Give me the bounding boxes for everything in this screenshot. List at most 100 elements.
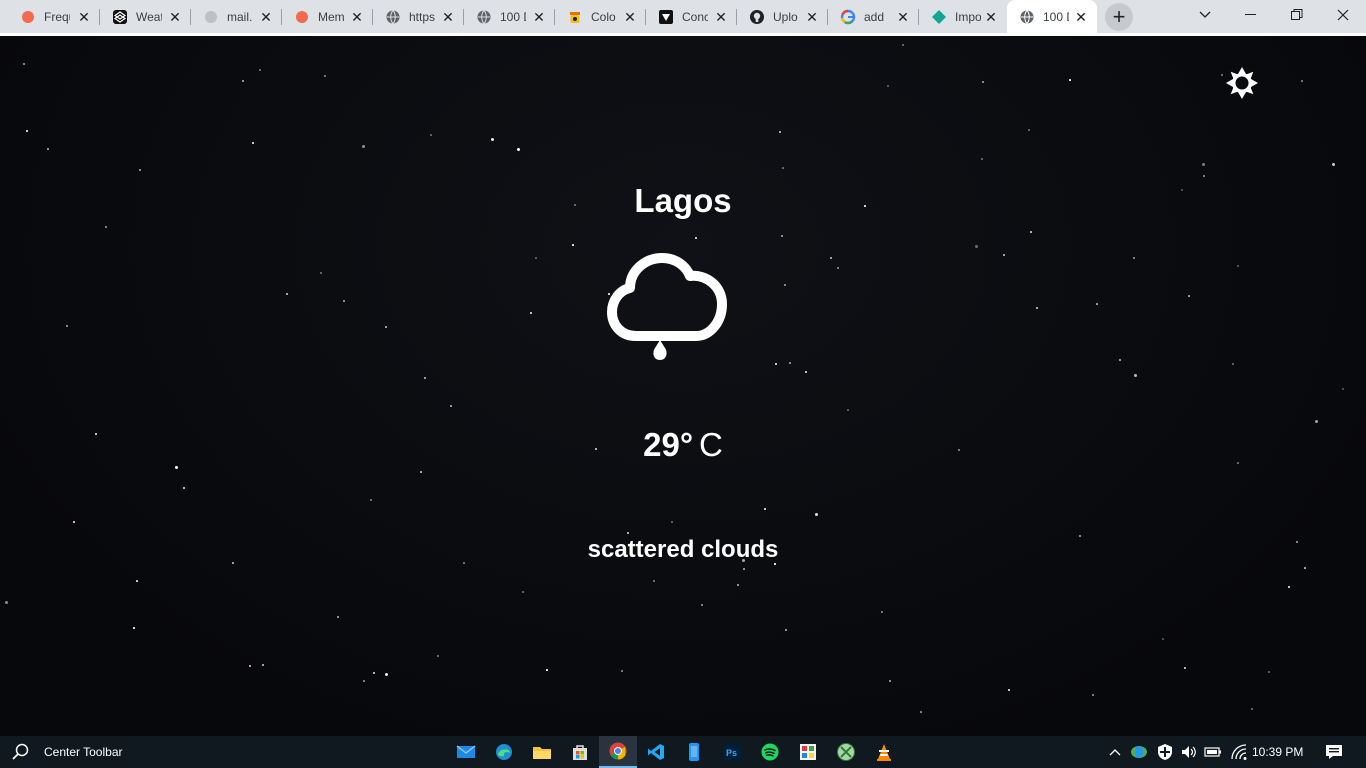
spotify-icon[interactable] bbox=[751, 736, 789, 768]
close-tab-icon[interactable]: ✕ bbox=[258, 9, 274, 25]
globe-icon bbox=[1019, 9, 1035, 25]
browser-tab[interactable]: Frequ ✕ bbox=[8, 0, 100, 34]
wifi-icon[interactable] bbox=[1228, 736, 1250, 768]
temperature-value: 29° bbox=[643, 426, 694, 463]
star bbox=[517, 148, 520, 151]
tab-title: Weat bbox=[136, 10, 162, 24]
codepen-icon bbox=[658, 9, 674, 25]
star bbox=[450, 405, 452, 407]
chrome-icon[interactable] bbox=[599, 736, 637, 768]
network-globe-tray-icon[interactable] bbox=[1128, 736, 1150, 768]
close-tab-icon[interactable]: ✕ bbox=[76, 9, 92, 25]
star bbox=[1342, 388, 1344, 390]
browser-tab[interactable]: Mem ✕ bbox=[282, 0, 373, 34]
star bbox=[764, 508, 766, 510]
tab-title: Mem bbox=[318, 10, 344, 24]
tab-search-icon[interactable] bbox=[1182, 0, 1228, 30]
close-tab-icon[interactable]: ✕ bbox=[531, 9, 547, 25]
show-hidden-icons-chevron-icon[interactable] bbox=[1106, 736, 1124, 768]
paint-icon[interactable] bbox=[789, 736, 827, 768]
xbox-icon[interactable] bbox=[827, 736, 865, 768]
close-tab-icon[interactable]: ✕ bbox=[983, 9, 999, 25]
star bbox=[26, 130, 28, 132]
close-tab-icon[interactable]: ✕ bbox=[1073, 9, 1089, 25]
browser-tab[interactable]: 100 D ✕ bbox=[464, 0, 555, 34]
file-explorer-icon[interactable] bbox=[523, 736, 561, 768]
star bbox=[847, 409, 849, 411]
browser-tab[interactable]: https ✕ bbox=[373, 0, 464, 34]
minimize-icon[interactable] bbox=[1228, 0, 1274, 30]
close-tab-icon[interactable]: ✕ bbox=[349, 9, 365, 25]
search-label[interactable]: Center Toolbar bbox=[44, 745, 123, 759]
star bbox=[627, 532, 629, 534]
favicon-orange-dot-icon bbox=[20, 9, 36, 25]
weather-page: Lagos 29° C scattered clouds bbox=[0, 36, 1366, 736]
github-icon bbox=[749, 9, 765, 25]
star bbox=[343, 300, 345, 302]
paint-jar-icon bbox=[567, 9, 583, 25]
browser-tab[interactable]: Weat ✕ bbox=[100, 0, 191, 34]
store-icon[interactable] bbox=[561, 736, 599, 768]
star bbox=[491, 138, 494, 141]
clock-time[interactable]: 10:39 PM bbox=[1252, 745, 1303, 759]
star bbox=[1184, 667, 1186, 669]
close-tab-icon[interactable]: ✕ bbox=[804, 9, 820, 25]
google-icon bbox=[840, 9, 856, 25]
star bbox=[385, 673, 388, 676]
close-tab-icon[interactable]: ✕ bbox=[895, 9, 911, 25]
mail-icon[interactable] bbox=[447, 736, 485, 768]
star bbox=[779, 131, 781, 133]
star bbox=[1304, 567, 1306, 569]
new-tab-button[interactable]: + bbox=[1105, 3, 1133, 31]
close-tab-icon[interactable]: ✕ bbox=[167, 9, 183, 25]
star bbox=[671, 521, 673, 523]
security-shield-icon[interactable] bbox=[1154, 736, 1176, 768]
star bbox=[1251, 708, 1253, 710]
browser-tab-active[interactable]: 100 D ✕ bbox=[1007, 0, 1097, 34]
browser-tab[interactable]: mail. ✕ bbox=[191, 0, 282, 34]
close-tab-icon[interactable]: ✕ bbox=[622, 9, 638, 25]
star bbox=[522, 591, 524, 593]
photoshop-icon[interactable]: Ps bbox=[713, 736, 751, 768]
star bbox=[981, 158, 983, 160]
search-icon[interactable] bbox=[10, 742, 30, 762]
star bbox=[1202, 163, 1205, 166]
star bbox=[902, 44, 904, 46]
temperature-display: 29° C bbox=[0, 426, 1366, 464]
close-tab-icon[interactable]: ✕ bbox=[440, 9, 456, 25]
star bbox=[535, 257, 537, 259]
star bbox=[1134, 374, 1137, 377]
volume-icon[interactable] bbox=[1178, 736, 1200, 768]
browser-tab[interactable]: Conc ✕ bbox=[646, 0, 737, 34]
cloud-rain-icon bbox=[606, 244, 730, 368]
star bbox=[362, 145, 365, 148]
phone-link-icon[interactable] bbox=[675, 736, 713, 768]
browser-tab[interactable]: Impo ✕ bbox=[919, 0, 1007, 34]
star bbox=[1332, 163, 1335, 166]
tab-title: Uplo bbox=[773, 10, 798, 24]
star bbox=[695, 237, 697, 239]
notifications-icon[interactable] bbox=[1322, 736, 1346, 768]
star bbox=[262, 664, 264, 666]
star bbox=[437, 655, 439, 657]
star bbox=[320, 272, 322, 274]
battery-icon[interactable] bbox=[1202, 736, 1224, 768]
globe-icon bbox=[385, 9, 401, 25]
star bbox=[23, 63, 25, 65]
close-window-icon[interactable] bbox=[1320, 0, 1366, 30]
restore-icon[interactable] bbox=[1274, 0, 1320, 30]
close-tab-icon[interactable]: ✕ bbox=[713, 9, 729, 25]
star bbox=[737, 584, 739, 586]
star bbox=[1268, 671, 1270, 673]
star bbox=[420, 471, 422, 473]
edge-icon[interactable] bbox=[485, 736, 523, 768]
browser-tab[interactable]: Colo ✕ bbox=[555, 0, 646, 34]
vscode-icon[interactable] bbox=[637, 736, 675, 768]
vlc-icon[interactable] bbox=[865, 736, 903, 768]
theme-toggle-sun-icon[interactable] bbox=[1225, 66, 1259, 100]
browser-tab[interactable]: Uplo ✕ bbox=[737, 0, 828, 34]
star bbox=[242, 80, 244, 82]
star bbox=[259, 69, 261, 71]
browser-tab[interactable]: add ✕ bbox=[828, 0, 919, 34]
star bbox=[1315, 420, 1318, 423]
